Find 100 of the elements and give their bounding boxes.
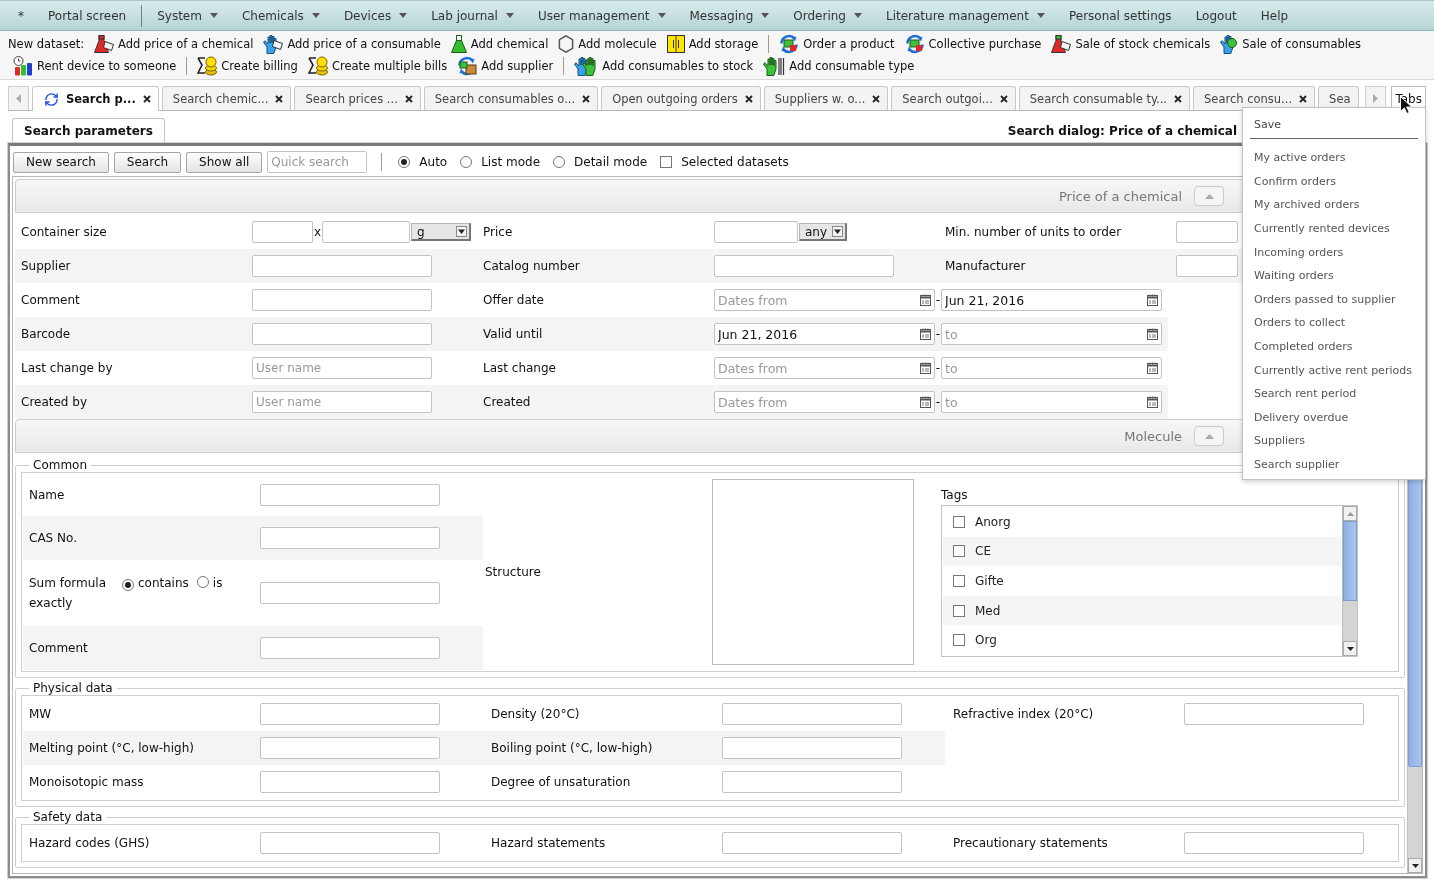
- calendar-icon[interactable]: [1147, 396, 1158, 408]
- text-field[interactable]: [722, 771, 902, 793]
- panel-tab[interactable]: Search parameters: [12, 118, 165, 143]
- scroll-right-button[interactable]: [1365, 86, 1387, 110]
- tag-option[interactable]: CE: [943, 536, 1341, 567]
- menu-item[interactable]: *: [6, 1, 36, 30]
- checkbox[interactable]: [660, 156, 673, 168]
- checkbox[interactable]: [953, 515, 965, 528]
- menu-item[interactable]: Lab journal: [419, 1, 526, 30]
- menu-item[interactable]: Ordering: [781, 1, 874, 30]
- menu-item[interactable]: User management: [525, 1, 678, 30]
- text-field[interactable]: [260, 527, 440, 549]
- tag-option[interactable]: Anorg: [943, 507, 1341, 537]
- menu-item[interactable]: Help: [1248, 1, 1301, 30]
- scroll-down-icon[interactable]: [1408, 858, 1422, 873]
- close-icon[interactable]: [1174, 94, 1183, 103]
- tag-option[interactable]: Med: [943, 595, 1341, 626]
- tag-option[interactable]: Org: [943, 625, 1341, 655]
- menu-item[interactable]: Orders to collect: [1243, 311, 1425, 335]
- toolbar-button[interactable]: Add chemical: [445, 34, 554, 54]
- scroll-up-icon[interactable]: [1343, 506, 1357, 521]
- calendar-icon[interactable]: [920, 362, 931, 374]
- menu-item[interactable]: Completed orders: [1243, 334, 1425, 359]
- toolbar-button[interactable]: Create multiple bills: [302, 56, 453, 76]
- scrollbar-thumb[interactable]: [1343, 521, 1357, 601]
- toolbar-button[interactable]: Sale of stock chemicals: [1046, 34, 1216, 54]
- text-field[interactable]: [252, 289, 432, 311]
- close-icon[interactable]: [582, 94, 591, 103]
- tab[interactable]: Search consumable ty...: [1018, 86, 1191, 110]
- text-field[interactable]: [260, 637, 440, 659]
- menu-item[interactable]: System: [145, 1, 230, 30]
- collapse-button[interactable]: [1194, 186, 1224, 206]
- toolbar-button[interactable]: Add price of a chemical: [89, 34, 259, 54]
- text-field[interactable]: [722, 832, 902, 854]
- menu-item[interactable]: Currently rented devices: [1243, 216, 1425, 241]
- quick-search-field[interactable]: Quick search: [267, 151, 368, 173]
- text-field[interactable]: [252, 323, 432, 345]
- date-field[interactable]: Dates from: [714, 289, 935, 311]
- menu-item[interactable]: Literature management: [873, 1, 1057, 30]
- toolbar-button[interactable]: Order a product: [774, 34, 900, 54]
- text-field[interactable]: [260, 703, 440, 725]
- tab[interactable]: Search consu...: [1193, 86, 1316, 110]
- tab[interactable]: Search chemic...: [161, 86, 292, 110]
- action-button[interactable]: Search: [113, 151, 182, 173]
- radio-button[interactable]: [460, 156, 473, 168]
- toolbar-button[interactable]: Add consumables to stock: [569, 56, 759, 76]
- menu-item[interactable]: Chemicals: [229, 1, 332, 30]
- radio-button[interactable]: [398, 156, 411, 168]
- sum-formula-radio-group[interactable]: Sum formula contains is exactly: [29, 573, 247, 613]
- menu-item[interactable]: My active orders: [1243, 146, 1425, 170]
- radio-button[interactable]: [122, 579, 134, 591]
- tag-option[interactable]: Gifte: [943, 566, 1341, 596]
- close-icon[interactable]: [142, 95, 151, 103]
- close-icon[interactable]: [1299, 94, 1308, 103]
- date-field[interactable]: Dates from: [714, 391, 935, 413]
- calendar-icon[interactable]: [1147, 362, 1158, 374]
- text-field[interactable]: [252, 255, 432, 277]
- date-field[interactable]: to: [941, 323, 1162, 345]
- toolbar-button[interactable]: Collective purchase: [899, 34, 1047, 54]
- menu-item[interactable]: Delivery overdue: [1243, 405, 1425, 430]
- text-field[interactable]: [260, 771, 440, 793]
- checkbox[interactable]: [953, 575, 965, 587]
- tab[interactable]: Open outgoing orders: [601, 86, 761, 110]
- radio-button[interactable]: [553, 156, 565, 168]
- menu-item[interactable]: Search rent period: [1243, 381, 1425, 406]
- date-field[interactable]: to: [941, 357, 1162, 379]
- tab[interactable]: Search consumables o...: [423, 86, 599, 110]
- menu-item[interactable]: Orders passed to supplier: [1243, 287, 1425, 312]
- scrollbar[interactable]: [1342, 506, 1357, 656]
- text-field[interactable]: [1176, 221, 1238, 243]
- text-field[interactable]: [714, 221, 798, 243]
- menu-item[interactable]: Search supplier: [1243, 452, 1425, 477]
- calendar-icon[interactable]: [920, 294, 931, 306]
- menu-item[interactable]: Waiting orders: [1243, 263, 1425, 288]
- text-field[interactable]: [1176, 255, 1238, 277]
- calendar-icon[interactable]: [920, 328, 931, 340]
- text-field[interactable]: [260, 737, 440, 759]
- tab[interactable]: Sea: [1318, 86, 1359, 110]
- unit-select[interactable]: g: [411, 223, 471, 241]
- action-button[interactable]: New search: [13, 151, 109, 173]
- checkbox[interactable]: [953, 604, 965, 617]
- menu-item[interactable]: Logout: [1183, 1, 1249, 30]
- checkbox[interactable]: [953, 545, 965, 558]
- close-icon[interactable]: [744, 94, 753, 103]
- close-icon[interactable]: [999, 94, 1008, 103]
- scroll-down-icon[interactable]: [1343, 641, 1357, 656]
- text-field[interactable]: [260, 832, 440, 854]
- text-field[interactable]: [260, 484, 440, 506]
- close-icon[interactable]: [872, 94, 881, 103]
- condition-select[interactable]: any: [799, 223, 847, 241]
- menu-item[interactable]: Personal settings: [1056, 1, 1184, 30]
- menu-item[interactable]: Confirm orders: [1243, 169, 1425, 194]
- text-field[interactable]: [714, 255, 894, 277]
- date-field[interactable]: Jun 21, 2016: [714, 323, 935, 345]
- menu-item[interactable]: Devices: [331, 1, 420, 30]
- text-field[interactable]: [1184, 703, 1364, 725]
- text-field[interactable]: [1184, 832, 1364, 854]
- calendar-icon[interactable]: [1147, 328, 1158, 340]
- menu-item[interactable]: Currently active rent periods: [1243, 358, 1425, 382]
- text-field[interactable]: [722, 703, 902, 725]
